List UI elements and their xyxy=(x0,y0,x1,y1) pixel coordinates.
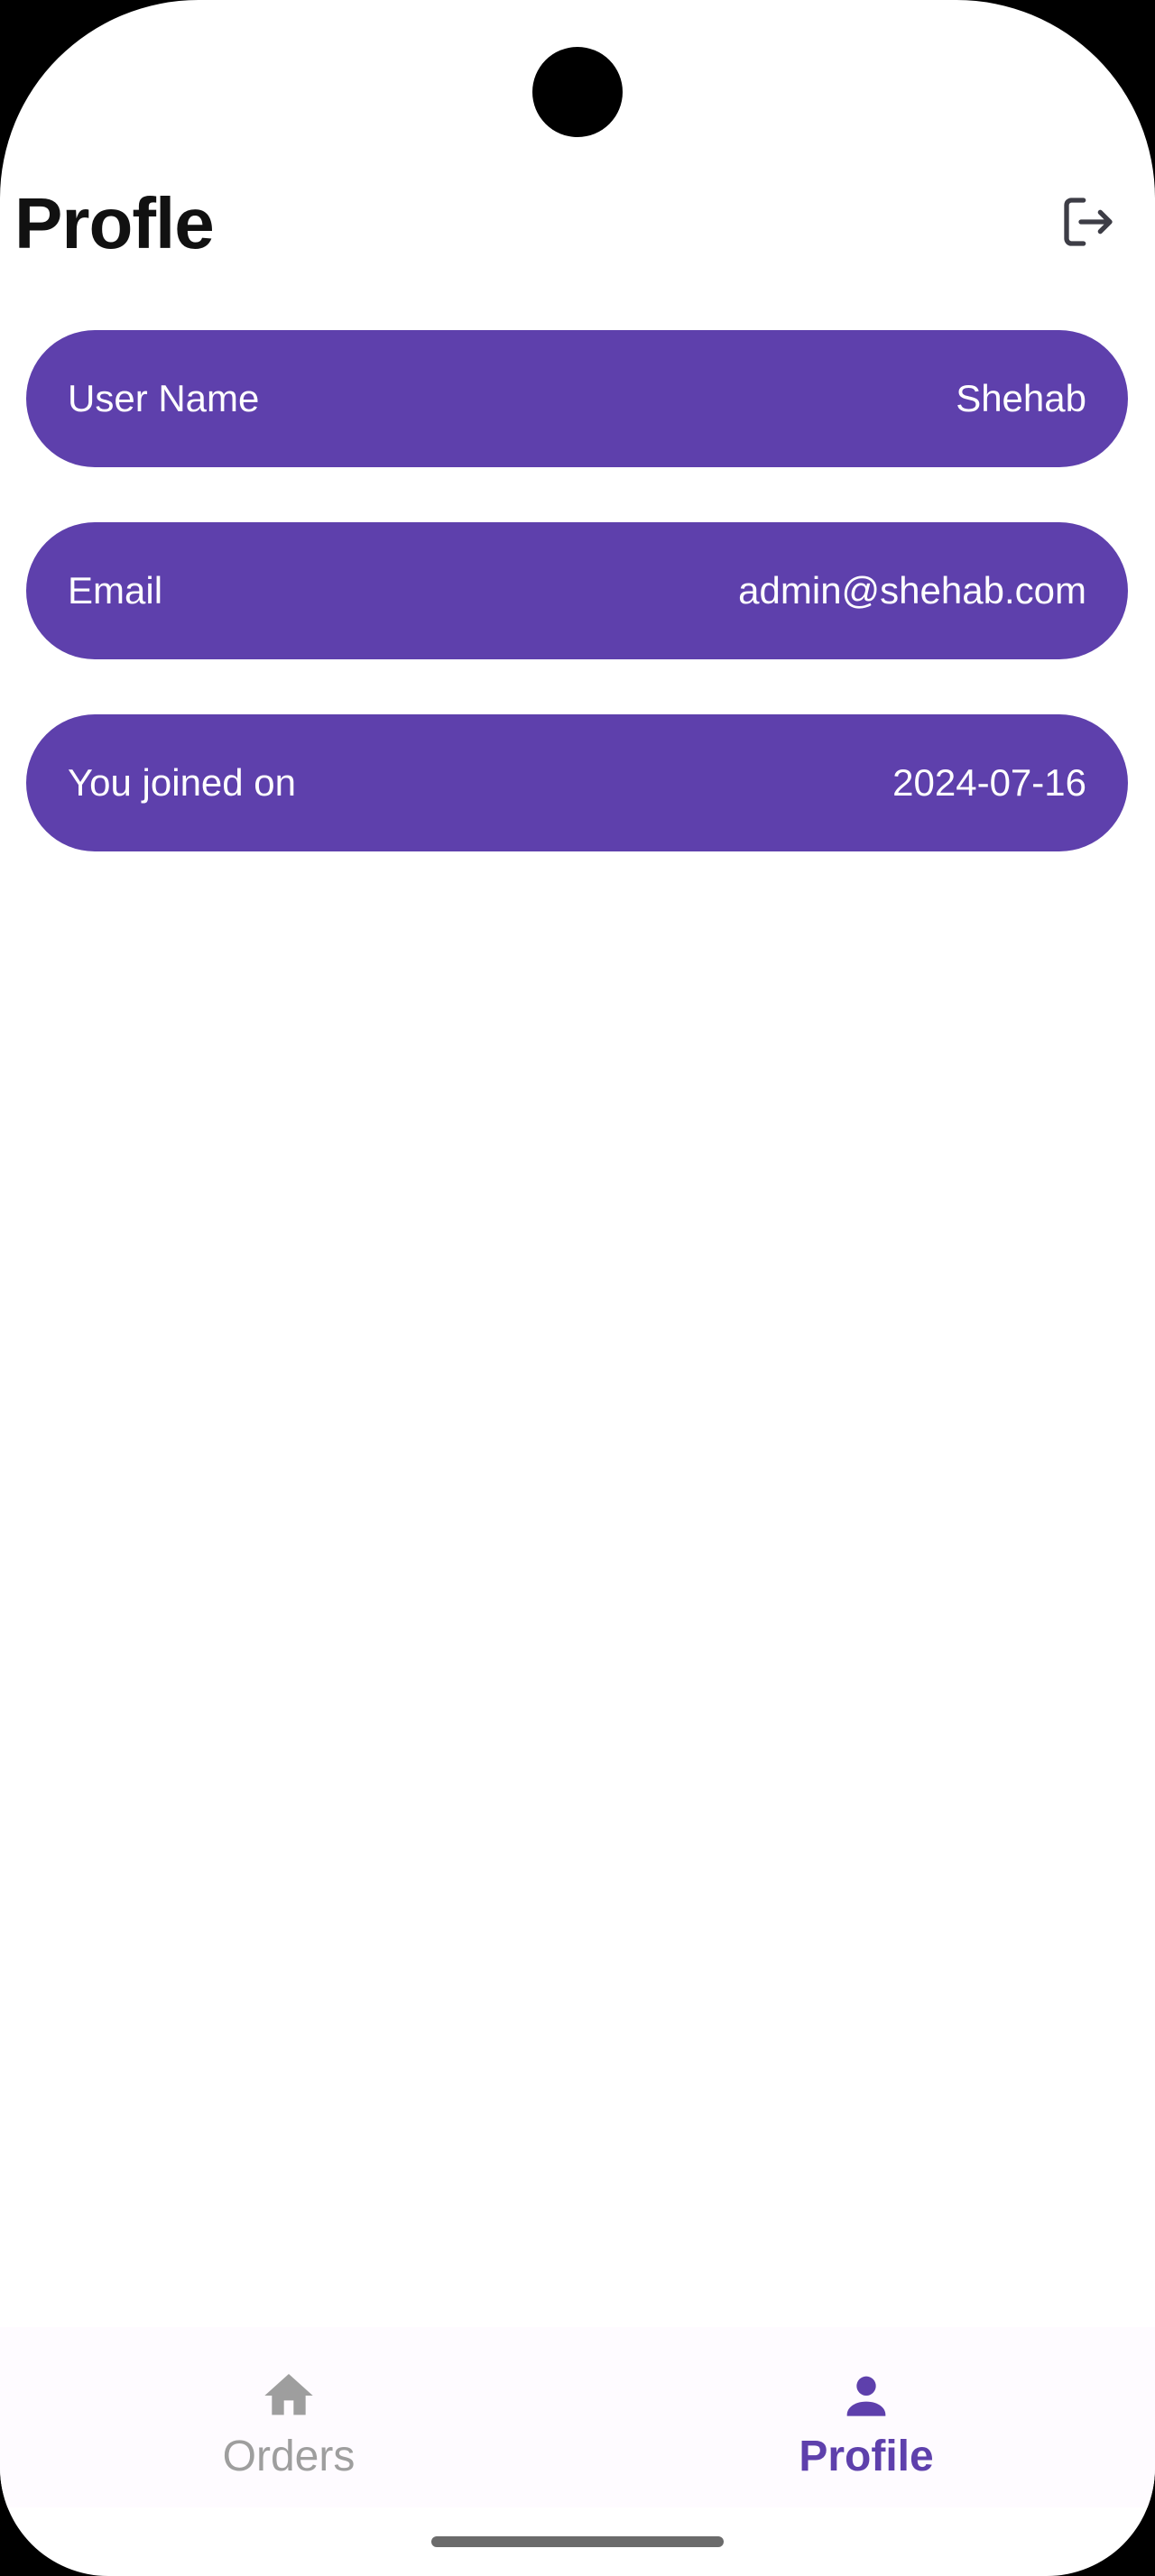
app-bar: Profle xyxy=(0,171,1155,271)
person-icon xyxy=(837,2367,895,2424)
profile-item-joined: You joined on 2024-07-16 xyxy=(26,714,1128,851)
profile-info-list: User Name Shehab Email admin@shehab.com … xyxy=(26,330,1128,906)
bottom-navigation: Orders Profile xyxy=(0,2327,1155,2507)
page-title: Profle xyxy=(14,183,215,263)
home-indicator xyxy=(431,2536,724,2547)
profile-item-label: User Name xyxy=(68,377,260,419)
profile-item-label: Email xyxy=(68,569,163,612)
logout-icon xyxy=(1064,198,1113,246)
home-icon xyxy=(260,2367,318,2424)
phone-screen: Profle User Name Shehab Email admin@sheh… xyxy=(0,0,1155,2576)
nav-item-profile[interactable]: Profile xyxy=(578,2327,1155,2507)
camera-cutout xyxy=(532,47,623,137)
profile-item-label: You joined on xyxy=(68,761,297,804)
profile-item-value: admin@shehab.com xyxy=(738,569,1086,612)
profile-item-username: User Name Shehab xyxy=(26,330,1128,467)
profile-item-email: Email admin@shehab.com xyxy=(26,522,1128,659)
profile-item-value: 2024-07-16 xyxy=(892,761,1086,804)
nav-label-profile: Profile xyxy=(799,2433,934,2480)
nav-label-orders: Orders xyxy=(222,2433,356,2480)
nav-item-orders[interactable]: Orders xyxy=(0,2327,578,2507)
logout-button[interactable] xyxy=(1056,189,1121,254)
profile-item-value: Shehab xyxy=(956,377,1086,419)
